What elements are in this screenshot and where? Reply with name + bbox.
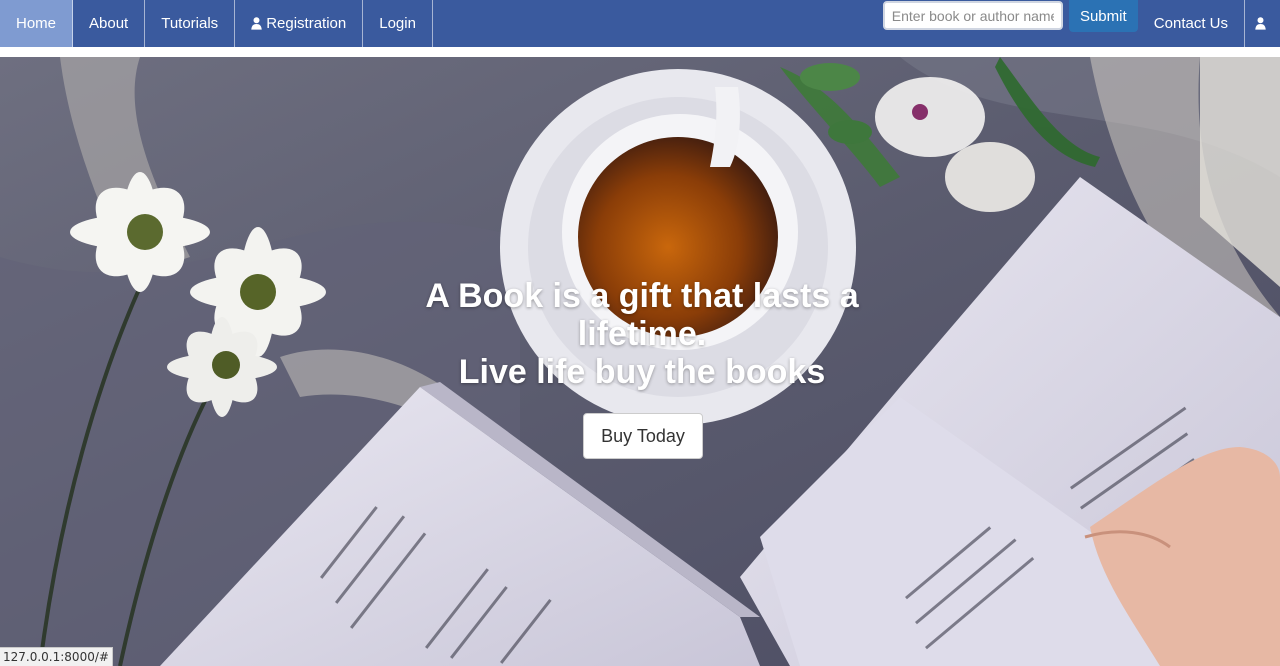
nav-contact-label: Contact Us (1153, 15, 1228, 32)
hero-headline: A Book is a gift that lasts a lifetime. (425, 277, 859, 353)
nav-tutorials[interactable]: Tutorials (145, 0, 236, 47)
submit-button[interactable]: Submit (1068, 0, 1138, 32)
hero-subheadline: Live life buy the books (458, 353, 826, 391)
top-navbar: Home About Tutorials Registration Login … (0, 0, 1280, 47)
nav-about-label: About (89, 15, 129, 32)
user-icon (251, 17, 262, 30)
search-input[interactable] (882, 1, 1063, 30)
browser-status-bar: 127.0.0.1:8000/# (0, 647, 113, 666)
nav-about[interactable]: About (73, 0, 146, 47)
search-form: Submit (882, 0, 1138, 47)
nav-registration-label: Registration (266, 15, 347, 32)
nav-login[interactable]: Login (363, 0, 433, 47)
hero-headline-block: A Book is a gift that lasts a lifetime. … (392, 277, 892, 391)
nav-home-label: Home (16, 15, 57, 32)
nav-home[interactable]: Home (0, 0, 74, 47)
nav-user[interactable] (1245, 0, 1280, 47)
nav-contact-us[interactable]: Contact Us (1138, 0, 1245, 47)
user-icon (1255, 17, 1266, 30)
hero-banner: A Book is a gift that lasts a lifetime. … (0, 57, 1280, 666)
nav-login-label: Login (379, 15, 416, 32)
buy-today-button[interactable]: Buy Today (583, 413, 703, 459)
nav-tutorials-label: Tutorials (161, 15, 219, 32)
nav-left: Home About Tutorials Registration Login (0, 0, 433, 47)
nav-registration[interactable]: Registration (235, 0, 364, 47)
nav-right: Submit Contact Us (882, 0, 1280, 47)
